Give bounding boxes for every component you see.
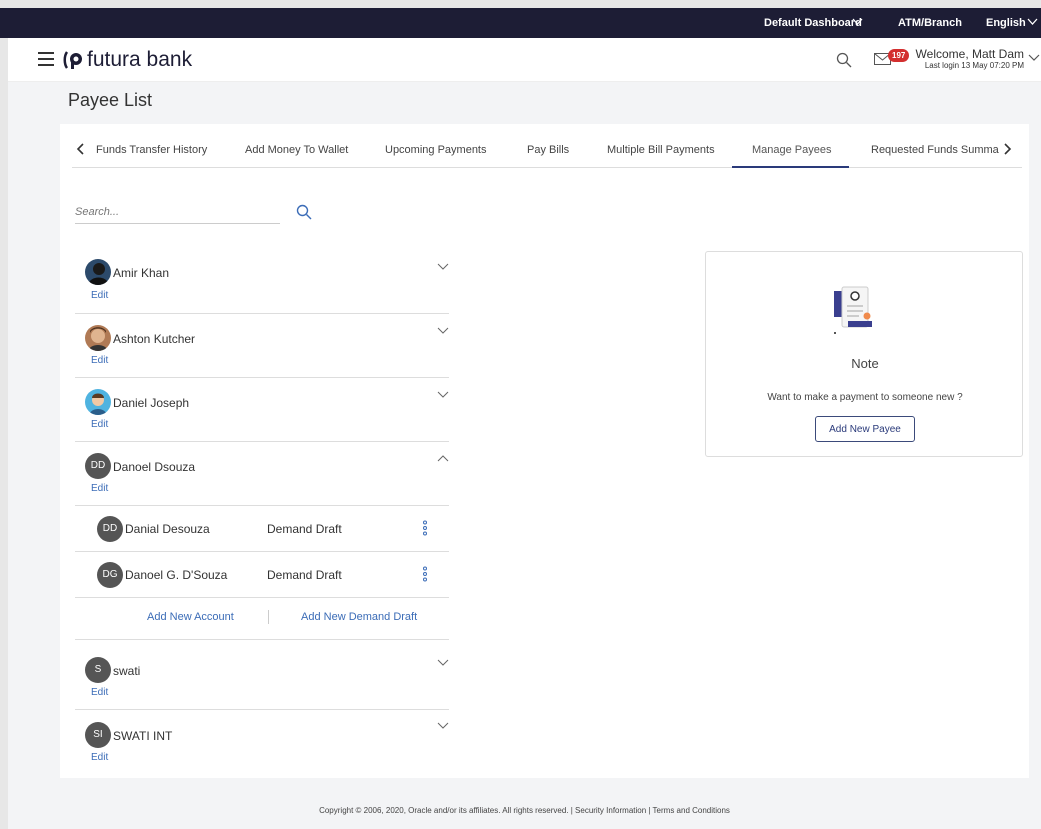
active-tab-indicator bbox=[732, 166, 849, 168]
payee-name: Danoel Dsouza bbox=[113, 460, 196, 474]
account-row: DD Danial Desouza Demand Draft bbox=[75, 506, 449, 552]
app-header: futura bank 197 Welcome, Matt Dam Last l… bbox=[8, 38, 1041, 82]
tab-requested-funds-summary[interactable]: Requested Funds Summa bbox=[871, 144, 999, 156]
note-description: Want to make a payment to someone new ? bbox=[767, 392, 963, 403]
payee-name: swati bbox=[113, 664, 141, 678]
account-type: Demand Draft bbox=[267, 568, 342, 582]
avatar bbox=[85, 259, 111, 285]
tab-pay-bills[interactable]: Pay Bills bbox=[527, 144, 569, 156]
payee-name: SWATI INT bbox=[113, 729, 173, 743]
chevron-up-icon[interactable] bbox=[437, 455, 449, 462]
payee-item[interactable]: Amir Khan Edit bbox=[75, 249, 449, 314]
search-field bbox=[75, 202, 280, 224]
chevron-down-icon[interactable] bbox=[1028, 54, 1040, 62]
chevron-right-icon[interactable] bbox=[1004, 143, 1012, 155]
add-new-demand-draft-link[interactable]: Add New Demand Draft bbox=[301, 611, 417, 623]
brand-name: futura bank bbox=[87, 48, 193, 71]
menu-icon[interactable] bbox=[38, 52, 54, 66]
note-title: Note bbox=[851, 356, 879, 371]
left-edge bbox=[0, 38, 8, 829]
search-input[interactable] bbox=[75, 206, 275, 218]
chevron-down-icon[interactable] bbox=[437, 263, 449, 270]
payee-document-icon bbox=[834, 286, 872, 334]
account-avatar: DG bbox=[97, 562, 123, 588]
tab-bar: Funds Transfer History Add Money To Wall… bbox=[72, 132, 1022, 168]
chevron-down-icon[interactable] bbox=[437, 659, 449, 666]
add-new-payee-button[interactable]: Add New Payee bbox=[815, 416, 915, 442]
edit-link[interactable]: Edit bbox=[91, 483, 108, 494]
note-card: Note Want to make a payment to someone n… bbox=[705, 251, 1023, 457]
mail-count-badge: 197 bbox=[888, 49, 910, 62]
payee-name: Amir Khan bbox=[113, 266, 170, 280]
search-icon[interactable] bbox=[836, 52, 852, 68]
chevron-down-icon[interactable] bbox=[437, 391, 449, 398]
welcome-text: Welcome, Matt Dam bbox=[915, 47, 1024, 61]
edit-link[interactable]: Edit bbox=[91, 290, 108, 301]
payee-item[interactable]: S swati Edit bbox=[75, 644, 449, 710]
payee-name: Daniel Joseph bbox=[113, 396, 190, 410]
page-title: Payee List bbox=[68, 90, 153, 110]
edit-link[interactable]: Edit bbox=[91, 687, 108, 698]
payee-item-expanded[interactable]: DD Danoel Dsouza Edit bbox=[75, 442, 449, 506]
main-content: Payee List Funds Transfer History Add Mo… bbox=[8, 82, 1041, 795]
dashboard-selector[interactable]: Default Dashboard bbox=[764, 17, 862, 29]
futura-logo-icon bbox=[63, 51, 82, 69]
chevron-down-icon bbox=[852, 18, 863, 25]
payee-item[interactable]: Daniel Joseph Edit bbox=[75, 378, 449, 442]
payee-name: Ashton Kutcher bbox=[113, 332, 196, 346]
account-name: Danoel G. D'Souza bbox=[125, 568, 228, 582]
add-new-account-link[interactable]: Add New Account bbox=[147, 611, 234, 623]
account-avatar: DD bbox=[97, 516, 123, 542]
tab-upcoming-payments[interactable]: Upcoming Payments bbox=[385, 144, 487, 156]
chevron-down-icon[interactable] bbox=[437, 722, 449, 729]
chevron-down-icon bbox=[1027, 18, 1038, 25]
edit-link[interactable]: Edit bbox=[91, 355, 108, 366]
last-login-text: Last login 13 May 07:20 PM bbox=[924, 61, 1024, 70]
add-links: Add New Account Add New Demand Draft bbox=[75, 598, 449, 640]
tab-funds-transfer-history[interactable]: Funds Transfer History bbox=[96, 144, 207, 156]
more-options-icon[interactable] bbox=[422, 520, 428, 536]
chevron-left-icon[interactable] bbox=[76, 143, 84, 155]
tab-multiple-bill-payments[interactable]: Multiple Bill Payments bbox=[607, 144, 715, 156]
edit-link[interactable]: Edit bbox=[91, 419, 108, 430]
top-bar: Default Dashboard ATM/Branch English bbox=[0, 0, 1041, 38]
payee-item[interactable]: Ashton Kutcher Edit bbox=[75, 314, 449, 378]
avatar: S bbox=[85, 657, 111, 683]
more-options-icon[interactable] bbox=[422, 566, 428, 582]
divider bbox=[268, 610, 269, 624]
search-icon[interactable] bbox=[296, 204, 312, 220]
tab-add-money-to-wallet[interactable]: Add Money To Wallet bbox=[245, 144, 348, 156]
avatar: SI bbox=[85, 722, 111, 748]
account-name: Danial Desouza bbox=[125, 522, 210, 536]
atm-branch-link[interactable]: ATM/Branch bbox=[898, 17, 962, 29]
footer-text: Copyright © 2006, 2020, Oracle and/or it… bbox=[319, 806, 730, 815]
avatar bbox=[85, 325, 111, 351]
avatar bbox=[85, 389, 111, 415]
language-selector[interactable]: English bbox=[986, 17, 1026, 29]
account-row: DG Danoel G. D'Souza Demand Draft bbox=[75, 552, 449, 598]
payee-panel: Funds Transfer History Add Money To Wall… bbox=[60, 124, 1029, 778]
tab-manage-payees[interactable]: Manage Payees bbox=[752, 144, 832, 156]
edit-link[interactable]: Edit bbox=[91, 752, 108, 763]
payee-item[interactable]: SI SWATI INT Edit bbox=[75, 710, 449, 772]
account-type: Demand Draft bbox=[267, 522, 342, 536]
chevron-down-icon[interactable] bbox=[437, 327, 449, 334]
avatar: DD bbox=[85, 453, 111, 479]
brand-logo[interactable]: futura bank bbox=[63, 48, 192, 72]
user-menu[interactable]: Welcome, Matt Dam Last login 13 May 07:2… bbox=[914, 47, 1024, 70]
